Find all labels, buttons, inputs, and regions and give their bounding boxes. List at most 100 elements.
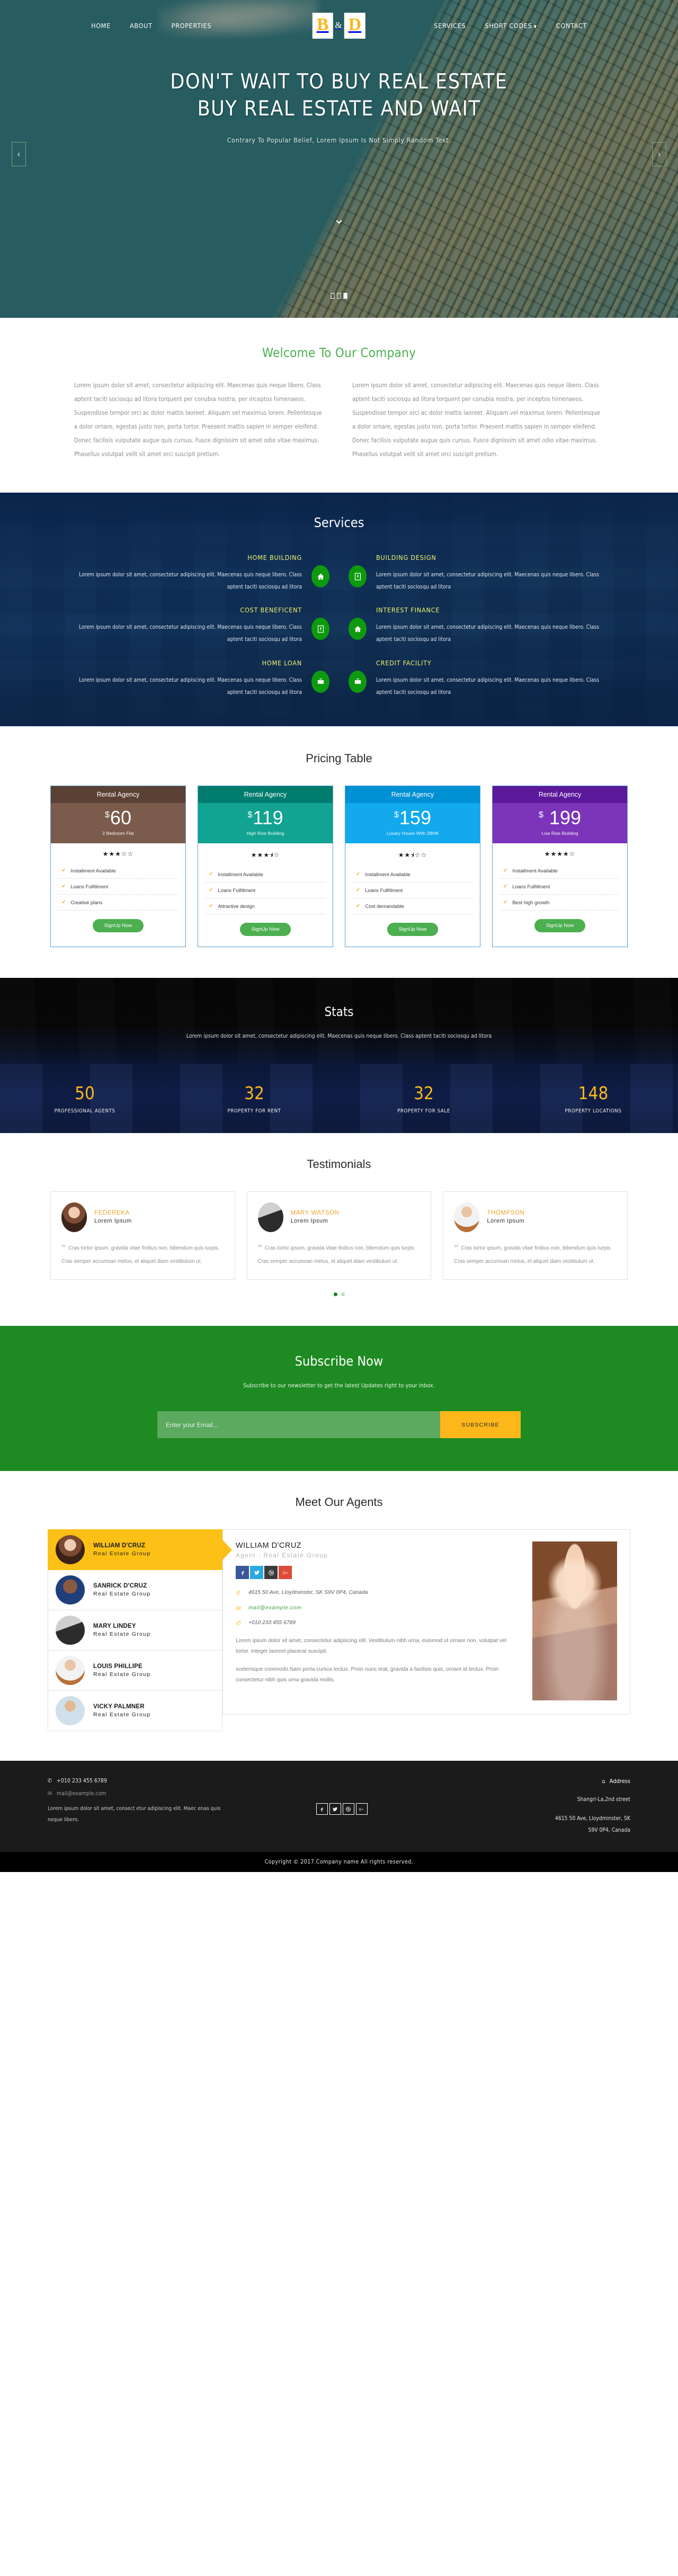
signup-button[interactable]: SignUp Now xyxy=(387,922,439,936)
testimonial-dot-2[interactable] xyxy=(341,1293,345,1297)
service-item-cost-beneficent[interactable]: COST BENEFICENT Lorem ipsum dolor sit am… xyxy=(58,606,339,646)
nav-item-short-codes[interactable]: SHORT CODES ▼ xyxy=(485,22,537,30)
feature-label: Installment Available xyxy=(70,867,116,873)
testimonial-dot-1[interactable] xyxy=(333,1293,337,1297)
rating-stars: ★★⯨☆☆ xyxy=(398,851,427,859)
feature-item: ✔ Best high growth xyxy=(500,895,620,911)
pricing-plan-label: Luxary House With 2BHK xyxy=(386,830,439,836)
slider-next-button[interactable]: › xyxy=(652,142,666,166)
agent-list-item-sanrick[interactable]: SANRICK D'CRUZ Real Estate Group xyxy=(48,1570,222,1611)
rating-stars: ★★★★☆ xyxy=(544,850,576,858)
agent-portrait-photo xyxy=(532,1541,617,1701)
email-input[interactable] xyxy=(157,1411,440,1439)
amount-value: 199 xyxy=(549,806,581,828)
nav-item-contact[interactable]: CONTACT xyxy=(556,22,587,30)
pricing-amount: $159 xyxy=(345,807,480,828)
agent-identity: WILLIAM D'CRUZ Real Estate Group xyxy=(93,1543,150,1557)
footer-phone: +010 233 455 6789 xyxy=(56,1778,107,1785)
location-pin-icon: ⚲ xyxy=(236,1590,240,1597)
service-item-home-loan[interactable]: HOME LOAN Lorem ipsum dolor sit amet, co… xyxy=(58,659,339,699)
agent-list-item-william[interactable]: WILLIAM D'CRUZ Real Estate Group xyxy=(48,1529,222,1571)
slider-prev-button[interactable]: ‹ xyxy=(12,142,26,166)
avatar xyxy=(56,1575,85,1605)
agents-section: Meet Our Agents WILLIAM D'CRUZ Real Esta… xyxy=(0,1471,678,1761)
agent-email[interactable]: mail@example.com xyxy=(248,1604,301,1613)
stat-label: PROPERTY FOR RENT xyxy=(227,1108,281,1114)
agents-wrapper: WILLIAM D'CRUZ Real Estate Group SANRICK… xyxy=(48,1529,630,1732)
agent-name: SANRICK D'CRUZ xyxy=(93,1583,147,1590)
googleplus-icon[interactable]: G+ xyxy=(355,1803,368,1815)
service-item-home-building[interactable]: HOME BUILDING Lorem ipsum dolor sit amet… xyxy=(58,554,339,593)
twitter-icon[interactable] xyxy=(329,1803,341,1815)
footer-address-column: ⌂ Address Shangri-La,2nd street 4615 50 … xyxy=(456,1778,630,1836)
stat-label: PROFESSIONAL AGENTS xyxy=(54,1108,115,1114)
dribbble-icon[interactable] xyxy=(264,1566,278,1580)
testimonial-card-3: THOMPSON Lorem Ipsum ❞ Cras tortor ipsum,… xyxy=(443,1191,628,1280)
stat-value: 148 xyxy=(578,1082,609,1103)
testimonials-pagination xyxy=(0,1293,678,1297)
service-item-interest-finance[interactable]: INTEREST FINANCE Lorem ipsum dolor sit a… xyxy=(339,606,620,646)
hero-content: DON'T WAIT TO BUY REAL ESTATE BUY REAL E… xyxy=(0,51,678,144)
testimonials-grid: FEDEREKA Lorem Ipsum ❞ Cras tortor ipsum,… xyxy=(50,1191,628,1280)
feature-label: Loans Fulfillment xyxy=(512,883,550,889)
svg-text:G+: G+ xyxy=(283,1571,288,1575)
feature-item: ✔ Installment Available xyxy=(206,867,325,883)
rating-stars: ★★★⯨☆ xyxy=(251,851,280,859)
nav-item-services[interactable]: SERVICES xyxy=(434,22,466,30)
agent-list-item-louis[interactable]: LOUIS PHILLIPE Real Estate Group xyxy=(48,1651,222,1691)
stat-item: 148 PROPERTY LOCATIONS xyxy=(508,1082,678,1114)
amount-value: 60 xyxy=(110,806,131,828)
testimonial-text: Cras tortor ipsum, gravida vitae finibus… xyxy=(454,1245,612,1264)
signup-button[interactable]: SignUp Now xyxy=(92,919,144,932)
feature-item: ✔ Attractive design xyxy=(206,898,325,914)
testimonial-header: THOMPSON Lorem Ipsum xyxy=(454,1202,617,1232)
pricing-amount: $60 xyxy=(51,807,185,828)
twitter-icon[interactable] xyxy=(250,1566,263,1580)
footer-social-links: G+ xyxy=(316,1803,368,1815)
scroll-down-icon[interactable]: ⌄ xyxy=(333,212,345,226)
footer-address-title: Address xyxy=(609,1778,630,1785)
home-icon xyxy=(349,618,367,640)
logo-letter-d: D xyxy=(344,12,366,39)
nav-item-properties[interactable]: PROPERTIES xyxy=(172,22,212,30)
signup-button[interactable]: SignUp Now xyxy=(534,919,586,932)
agent-list-item-mary[interactable]: MARY LINDEY Real Estate Group xyxy=(48,1610,222,1651)
hero-title: DON'T WAIT TO BUY REAL ESTATE BUY REAL E… xyxy=(0,69,678,122)
facebook-icon[interactable] xyxy=(316,1803,328,1815)
footer-email[interactable]: mail@example.com xyxy=(57,1790,106,1797)
agent-email-line: ✉ mail@example.com xyxy=(236,1604,521,1614)
nav-item-about[interactable]: ABOUT xyxy=(130,22,153,30)
nav-item-home[interactable]: HOME xyxy=(91,22,111,30)
site-logo[interactable]: B & D xyxy=(312,12,366,39)
check-icon: ✔ xyxy=(209,887,213,893)
avatar xyxy=(56,1656,85,1686)
googleplus-icon[interactable]: G+ xyxy=(279,1566,292,1580)
stats-section: Stats Lorem ipsum dolor sit amet, consec… xyxy=(0,977,678,1133)
service-title: INTEREST FINANCE xyxy=(376,606,440,614)
footer-address-line-3: S9V 0P4, Canada xyxy=(588,1826,630,1833)
agent-list-item-vicky[interactable]: VICKY PALMNER Real Estate Group xyxy=(48,1691,222,1732)
stat-item: 32 PROPERTY FOR SALE xyxy=(339,1083,508,1114)
facebook-icon[interactable] xyxy=(236,1566,249,1580)
pricing-plan-label: Low Rise Building xyxy=(541,830,578,836)
stats-title: Stats xyxy=(324,1004,354,1019)
signup-button[interactable]: SignUp Now xyxy=(239,922,291,936)
service-item-building-design[interactable]: BUILDING DESIGN Lorem ipsum dolor sit am… xyxy=(339,554,620,593)
testimonials-section: Testimonials FEDEREKA Lorem Ipsum ❞ Cras … xyxy=(0,1133,678,1326)
avatar xyxy=(61,1202,87,1232)
footer-address-line-2: 4615 50 Ave, Lloydminster, SK xyxy=(555,1815,630,1822)
amount-value: 119 xyxy=(253,806,283,828)
slider-dot-2[interactable] xyxy=(337,293,341,299)
service-item-credit-facility[interactable]: CREDIT FACILITY Lorem ipsum dolor sit am… xyxy=(339,659,620,699)
slider-dot-3[interactable] xyxy=(343,293,347,299)
footer-description: Lorem ipsum dolor sit amet, consect etur… xyxy=(48,1806,221,1823)
dribbble-icon[interactable] xyxy=(342,1803,354,1815)
pricing-features: ✔ Installment Available ✔ Loans Fulfillmen… xyxy=(51,863,185,911)
check-icon: ✔ xyxy=(61,899,66,905)
currency-symbol: $ xyxy=(394,810,399,819)
subscribe-button[interactable]: SUBSCRIBE xyxy=(440,1411,521,1439)
check-icon: ✔ xyxy=(503,867,508,873)
phone-icon: ✆ xyxy=(48,1778,52,1785)
subscribe-title: Subscribe Now xyxy=(295,1353,383,1369)
slider-dot-1[interactable] xyxy=(331,293,335,299)
